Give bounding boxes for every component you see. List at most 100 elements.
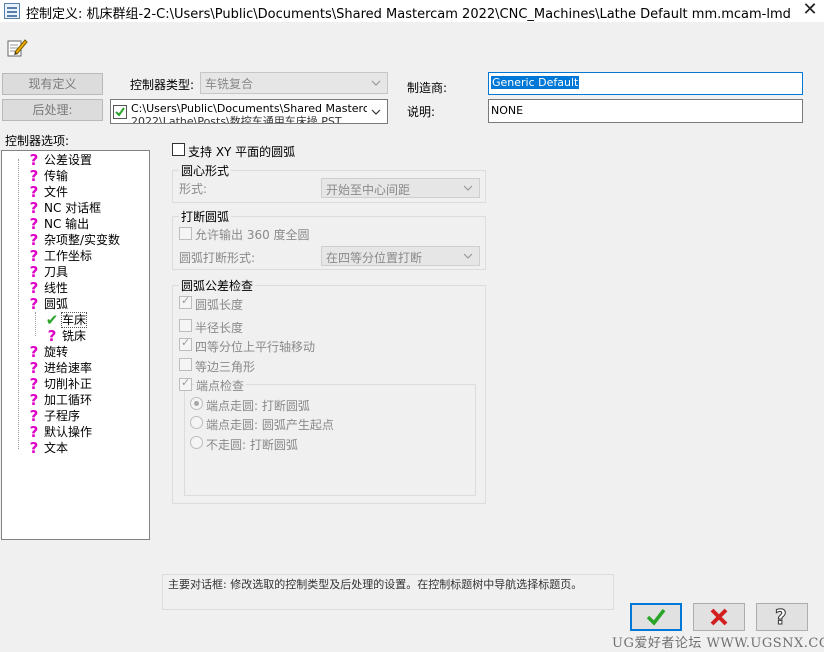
endpoint-check-checkbox[interactable] (179, 376, 192, 391)
post-processor-path-select[interactable]: C:\Users\Public\Documents\Shared Masterc… (110, 99, 388, 124)
tree-item-label: 工作坐标 (44, 249, 93, 263)
arc-tolerance-group-title: 圆弧公差检查 (179, 277, 256, 294)
controller-options-title: 控制器选项: (5, 134, 70, 148)
arc-length-label: 圆弧长度 (195, 298, 244, 312)
endpoint-option-3-label: 不走圆: 打断圆弧 (206, 438, 298, 452)
tree-item-label: 默认操作 (44, 425, 93, 439)
edit-pencil-icon[interactable] (6, 36, 28, 58)
radius-length-checkbox[interactable] (179, 319, 192, 332)
center-form-label: 形式: (179, 182, 208, 196)
help-button[interactable]: ? (756, 603, 808, 631)
allow-360-label: 允许输出 360 度全圆 (195, 228, 310, 242)
cancel-button[interactable] (693, 603, 745, 631)
tree-item-label: 刀具 (44, 265, 69, 279)
manufacturer-value: Generic Default (491, 76, 580, 89)
tree-item-label: 圆弧 (44, 297, 69, 311)
endpoint-option-2-label: 端点走圆: 圆弧产生起点 (206, 418, 334, 432)
question-icon: ? (29, 391, 39, 409)
quadrant-move-label: 四等分位上平行轴移动 (195, 340, 316, 354)
endpoint-option-2-radio[interactable] (190, 416, 203, 429)
endpoint-check-label: 端点检查 (194, 377, 247, 394)
post-processor-button[interactable]: 后处理: (2, 99, 103, 121)
tree-item-label: 文件 (44, 185, 69, 199)
tree-item-work-coords[interactable]: ? 工作坐标 (26, 248, 92, 264)
question-icon: ? (29, 167, 39, 185)
question-icon: ? (29, 247, 39, 265)
question-icon: ? (29, 359, 39, 377)
check-file-icon (113, 105, 127, 119)
manufacturer-label: 制造商: (407, 81, 448, 95)
endpoint-option-1-radio[interactable] (190, 397, 203, 410)
checkmark-icon: ✔ (45, 311, 59, 329)
arc-length-checkbox[interactable] (179, 294, 192, 309)
tree-item-transfer[interactable]: ? 传输 (26, 168, 68, 184)
tree-item-default-ops[interactable]: ? 默认操作 (26, 424, 92, 440)
svg-text:?: ? (775, 606, 787, 628)
question-icon: ? (29, 183, 39, 201)
question-icon: ? (29, 231, 39, 249)
equilateral-checkbox[interactable] (179, 358, 192, 371)
tree-item-label: 传输 (44, 169, 69, 183)
help-question-icon: ? (775, 606, 788, 628)
chevron-down-icon (463, 253, 473, 259)
tree-item-feedrate[interactable]: ? 进给速率 (26, 360, 92, 376)
allow-360-checkbox[interactable] (179, 227, 192, 240)
post-path-line2: 2022\Lathe\Posts\数控车通用车床操.PST (131, 115, 342, 124)
chevron-down-icon (463, 185, 473, 191)
window-title: 控制定义: 机床群组-2-C:\Users\Public\Documents\S… (26, 7, 791, 22)
current-definition-button[interactable]: 现有定义 (2, 73, 103, 95)
description-label: 说明: (407, 105, 436, 119)
question-icon: ? (29, 375, 39, 393)
quadrant-move-checkbox[interactable] (179, 336, 192, 351)
tree-item-tolerance[interactable]: ? 公差设置 (26, 152, 92, 168)
tree-item-label: NC 对话框 (44, 201, 102, 215)
tree-item-files[interactable]: ? 文件 (26, 184, 68, 200)
tree-item-cutter-comp[interactable]: ? 切削补正 (26, 376, 92, 392)
tree-item-nc-output[interactable]: ? NC 输出 (26, 216, 90, 232)
endpoint-option-3-radio[interactable] (190, 436, 203, 449)
equilateral-label: 等边三角形 (195, 360, 256, 374)
tree-item-label: 杂项整/实变数 (44, 233, 121, 247)
tree-item-label: NC 输出 (44, 217, 90, 231)
tree-item-label: 线性 (44, 281, 69, 295)
ok-button[interactable] (630, 603, 682, 631)
tree-item-arc[interactable]: ? 圆弧 (26, 296, 68, 312)
close-button[interactable]: ✕ (796, 0, 824, 22)
controller-type-label: 控制器类型: (130, 78, 195, 92)
tree-item-canned-cycles[interactable]: ? 加工循环 (26, 392, 92, 408)
tree-item-label: 公差设置 (44, 153, 93, 167)
endpoint-option-1-label: 端点走圆: 打断圆弧 (206, 399, 310, 413)
tree-item-rotary[interactable]: ? 旋转 (26, 344, 68, 360)
help-text: 主要对话框: 修改选取的控制类型及后处理的设置。在控制标题树中导航选择标题页。 (162, 574, 614, 610)
tree-item-label: 切削补正 (44, 377, 93, 391)
tree-item-label: 铣床 (62, 329, 87, 343)
break-form-select[interactable]: 在四等分位置打断 (321, 246, 480, 266)
tree-line (35, 312, 36, 336)
tree-item-label: 车床 (60, 312, 88, 328)
manufacturer-input[interactable]: Generic Default (488, 72, 803, 95)
chevron-down-icon (371, 109, 381, 115)
tree-item-lathe[interactable]: ✔ 车床 (44, 311, 88, 329)
center-form-select[interactable]: 开始至中心间距 (321, 178, 480, 198)
question-icon: ? (29, 263, 39, 281)
tree-item-nc-dialog[interactable]: ? NC 对话框 (26, 200, 102, 216)
controller-type-select[interactable]: 车铣复合 (200, 72, 388, 94)
tree-item-linear[interactable]: ? 线性 (26, 280, 68, 296)
tree-item-label: 子程序 (44, 409, 81, 423)
break-arc-group-title: 打断圆弧 (179, 208, 232, 225)
post-path-line1: C:\Users\Public\Documents\Shared Masterc… (131, 102, 367, 115)
tree-item-subprogram[interactable]: ? 子程序 (26, 408, 80, 424)
tree-item-tools[interactable]: ? 刀具 (26, 264, 68, 280)
description-input[interactable]: NONE (488, 99, 803, 123)
question-icon: ? (29, 343, 39, 361)
tree-item-mill[interactable]: ? 铣床 (44, 328, 86, 344)
app-icon (4, 3, 20, 19)
xy-arc-support-checkbox[interactable] (172, 143, 185, 156)
tree-item-label: 进给速率 (44, 361, 93, 375)
break-form-value: 在四等分位置打断 (326, 251, 423, 265)
watermark-text: UG爱好者论坛 WWW.UGSNX.COM (612, 636, 824, 651)
tree-item-misc-vars[interactable]: ? 杂项整/实变数 (26, 232, 120, 248)
tree-item-text[interactable]: ? 文本 (26, 440, 68, 456)
center-form-value: 开始至中心间距 (326, 183, 411, 197)
controller-options-tree[interactable]: ? 公差设置 ? 传输 ? 文件 ? NC 对话框 ? NC 输出 ? 杂项整/实变数 ? 工… (1, 150, 150, 540)
